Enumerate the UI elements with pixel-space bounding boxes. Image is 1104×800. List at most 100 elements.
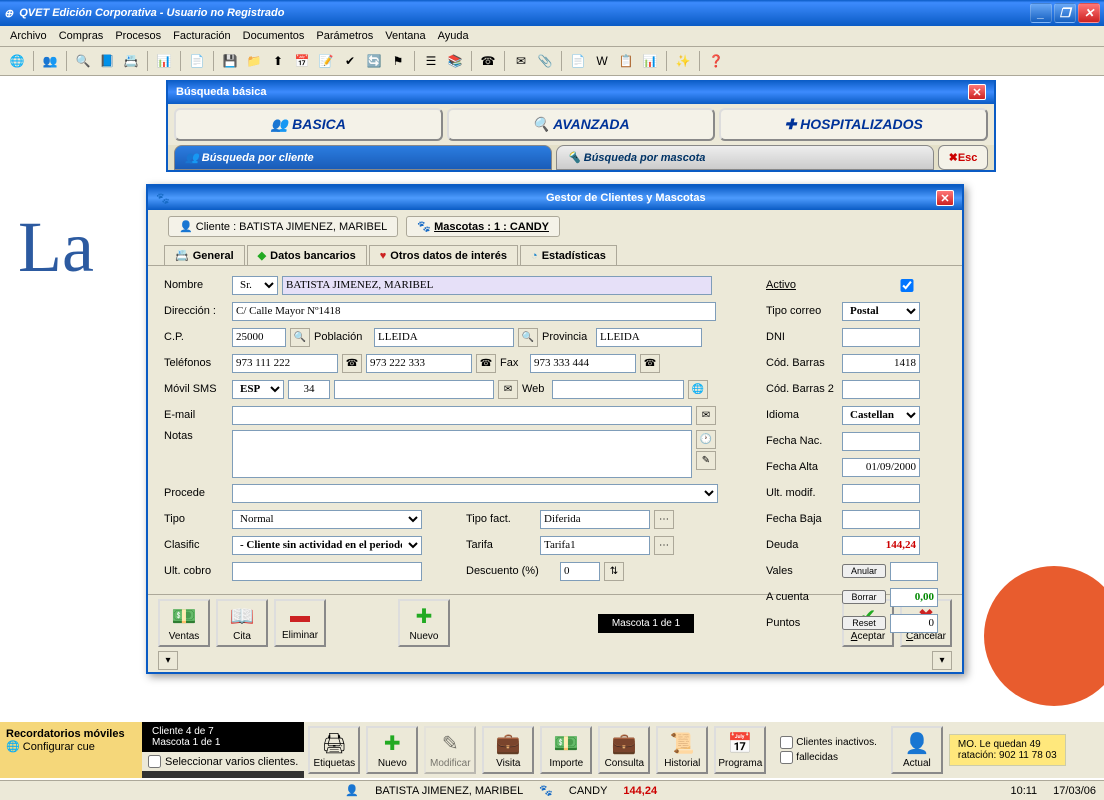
multi-select-checkbox[interactable] xyxy=(148,755,161,768)
tool-search-icon[interactable]: 🔍 xyxy=(72,50,94,72)
provincia-input[interactable] xyxy=(596,328,702,347)
tel2-input[interactable] xyxy=(366,354,472,373)
email-input[interactable] xyxy=(232,406,692,425)
importe-button[interactable]: 💵Importe xyxy=(540,726,592,774)
direccion-input[interactable] xyxy=(232,302,716,321)
codbarras2-input[interactable] xyxy=(842,380,920,399)
tool-msg-icon[interactable]: ✉ xyxy=(510,50,532,72)
tool-sheet-icon[interactable]: 📊 xyxy=(639,50,661,72)
tel2-icon[interactable]: ☎ xyxy=(476,354,496,373)
menu-facturacion[interactable]: Facturación xyxy=(173,30,230,42)
movil-code-input[interactable] xyxy=(288,380,330,399)
menu-documentos[interactable]: Documentos xyxy=(243,30,305,42)
tool-check-icon[interactable]: ✔ xyxy=(339,50,361,72)
tool-note-icon[interactable]: 📝 xyxy=(315,50,337,72)
breadcrumb-client[interactable]: 👤 Cliente : BATISTA JIMENEZ, MARIBEL xyxy=(168,216,398,237)
subtab-client[interactable]: 👥 Búsqueda por cliente xyxy=(174,145,552,170)
activo-checkbox[interactable] xyxy=(868,279,946,292)
tab-general[interactable]: 📇General xyxy=(164,245,245,266)
close-button[interactable]: ✕ xyxy=(1078,3,1100,23)
tipocorreo-select[interactable]: Postal xyxy=(842,302,920,321)
tool-phone-icon[interactable]: ☎ xyxy=(477,50,499,72)
menu-ventana[interactable]: Ventana xyxy=(385,30,425,42)
actual-button[interactable]: 👤Actual xyxy=(891,726,943,774)
tab-hospitalizados[interactable]: ✚ HOSPITALIZADOS xyxy=(719,108,988,141)
tool-cal-icon[interactable]: 📅 xyxy=(291,50,313,72)
vales-input[interactable] xyxy=(890,562,938,581)
tool-card-icon[interactable]: 📇 xyxy=(120,50,142,72)
tool-page-icon[interactable]: 📄 xyxy=(567,50,589,72)
scroll-right-icon[interactable]: ▾ xyxy=(932,651,952,670)
minimize-button[interactable]: _ xyxy=(1030,3,1052,23)
ultcobro-input[interactable] xyxy=(232,562,422,581)
consulta-button[interactable]: 💼Consulta xyxy=(598,726,650,774)
nuevo-pet-button[interactable]: ✚Nuevo xyxy=(398,599,450,647)
tool-doc-icon[interactable]: 📄 xyxy=(186,50,208,72)
nombre-input[interactable] xyxy=(282,276,712,295)
tool-save-icon[interactable]: 💾 xyxy=(219,50,241,72)
reminder-config[interactable]: Configurar cue xyxy=(23,741,95,753)
programa-button[interactable]: 📅Programa xyxy=(714,726,766,774)
web-icon[interactable]: 🌐 xyxy=(688,380,708,399)
fax-icon[interactable]: ☎ xyxy=(640,354,660,373)
menu-ayuda[interactable]: Ayuda xyxy=(438,30,469,42)
dialog-close-button[interactable]: ✕ xyxy=(936,190,954,206)
maximize-button[interactable]: ❐ xyxy=(1054,3,1076,23)
spinner-icon[interactable]: ⇅ xyxy=(604,562,624,581)
codbarras-input[interactable] xyxy=(842,354,920,373)
tool-books-icon[interactable]: 📚 xyxy=(444,50,466,72)
edit-icon[interactable]: ✎ xyxy=(696,451,716,470)
poblacion-input[interactable] xyxy=(374,328,514,347)
clock-icon[interactable]: 🕐 xyxy=(696,430,716,449)
menu-procesos[interactable]: Procesos xyxy=(115,30,161,42)
subtab-pet[interactable]: 🔦 Búsqueda por mascota xyxy=(556,145,934,170)
movil-country-select[interactable]: ESP xyxy=(232,380,284,399)
inactivos-checkbox[interactable] xyxy=(780,736,793,749)
fallecidas-checkbox[interactable] xyxy=(780,751,793,764)
anular-button[interactable]: Anular xyxy=(842,564,886,578)
fechabaja-input[interactable] xyxy=(842,510,920,529)
tel1-input[interactable] xyxy=(232,354,338,373)
fechanac-input[interactable] xyxy=(842,432,920,451)
visita-button[interactable]: 💼Visita xyxy=(482,726,534,774)
menu-parametros[interactable]: Parámetros xyxy=(316,30,373,42)
menu-archivo[interactable]: Archivo xyxy=(10,30,47,42)
etiquetas-button[interactable]: 🖨Etiquetas xyxy=(308,726,360,774)
tool-wand-icon[interactable]: ✨ xyxy=(672,50,694,72)
historial-button[interactable]: 📜Historial xyxy=(656,726,708,774)
tarifa-icon[interactable]: ⋯ xyxy=(654,536,674,555)
tipofact-icon[interactable]: ⋯ xyxy=(654,510,674,529)
cp-input[interactable] xyxy=(232,328,286,347)
scroll-left-icon[interactable]: ▾ xyxy=(158,651,178,670)
fax-input[interactable] xyxy=(530,354,636,373)
clasific-select[interactable]: - Cliente sin actividad en el periodo - xyxy=(232,536,422,555)
tool-folder-icon[interactable]: 📁 xyxy=(243,50,265,72)
tel1-icon[interactable]: ☎ xyxy=(342,354,362,373)
web-input[interactable] xyxy=(552,380,684,399)
menu-compras[interactable]: Compras xyxy=(59,30,104,42)
nuevo-client-button[interactable]: ✚Nuevo xyxy=(366,726,418,774)
tool-help-icon[interactable]: ❓ xyxy=(705,50,727,72)
tool-flag-icon[interactable]: ⚑ xyxy=(387,50,409,72)
salutation-select[interactable]: Sr. xyxy=(232,276,278,295)
tool-refresh-icon[interactable]: 🔄 xyxy=(363,50,385,72)
notas-textarea[interactable] xyxy=(232,430,692,478)
tab-basica[interactable]: 👥 BASICA xyxy=(174,108,443,141)
tool-clip-icon[interactable]: 📎 xyxy=(534,50,556,72)
descuento-input[interactable] xyxy=(560,562,600,581)
procede-select[interactable] xyxy=(232,484,718,503)
search-close-button[interactable]: ✕ xyxy=(968,84,986,100)
sms-icon[interactable]: ✉ xyxy=(498,380,518,399)
reset-button[interactable]: Reset xyxy=(842,616,886,630)
tool-word-icon[interactable]: W xyxy=(591,50,613,72)
cp-search-icon[interactable]: 🔍 xyxy=(290,328,310,347)
eliminar-button[interactable]: ▬Eliminar xyxy=(274,599,326,647)
borrar-button[interactable]: Borrar xyxy=(842,590,886,604)
esc-button[interactable]: ✖ Esc xyxy=(938,145,988,170)
tool-people-icon[interactable]: 👥 xyxy=(39,50,61,72)
pob-search-icon[interactable]: 🔍 xyxy=(518,328,538,347)
tool-globe-icon[interactable]: 🌐 xyxy=(6,50,28,72)
cita-button[interactable]: 📖Cita xyxy=(216,599,268,647)
tool-book-icon[interactable]: 📘 xyxy=(96,50,118,72)
tab-otros[interactable]: ♥Otros datos de interés xyxy=(369,245,518,265)
